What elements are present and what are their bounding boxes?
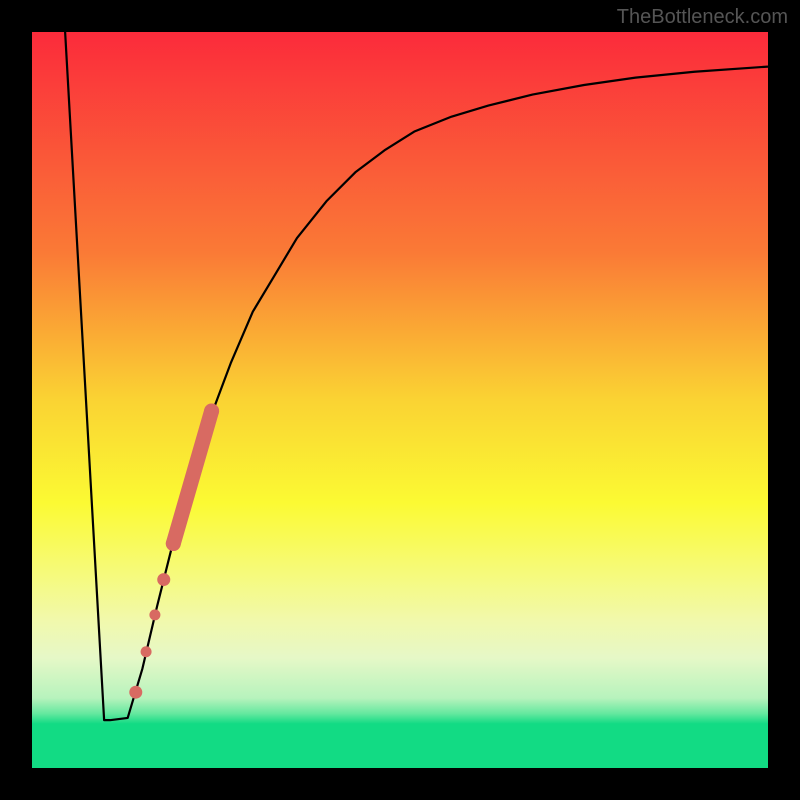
gradient-background [32,32,768,768]
plot-area [32,32,768,768]
chart-frame: TheBottleneck.com [0,0,800,800]
bottleneck-chart [32,32,768,768]
watermark-text: TheBottleneck.com [617,6,788,29]
